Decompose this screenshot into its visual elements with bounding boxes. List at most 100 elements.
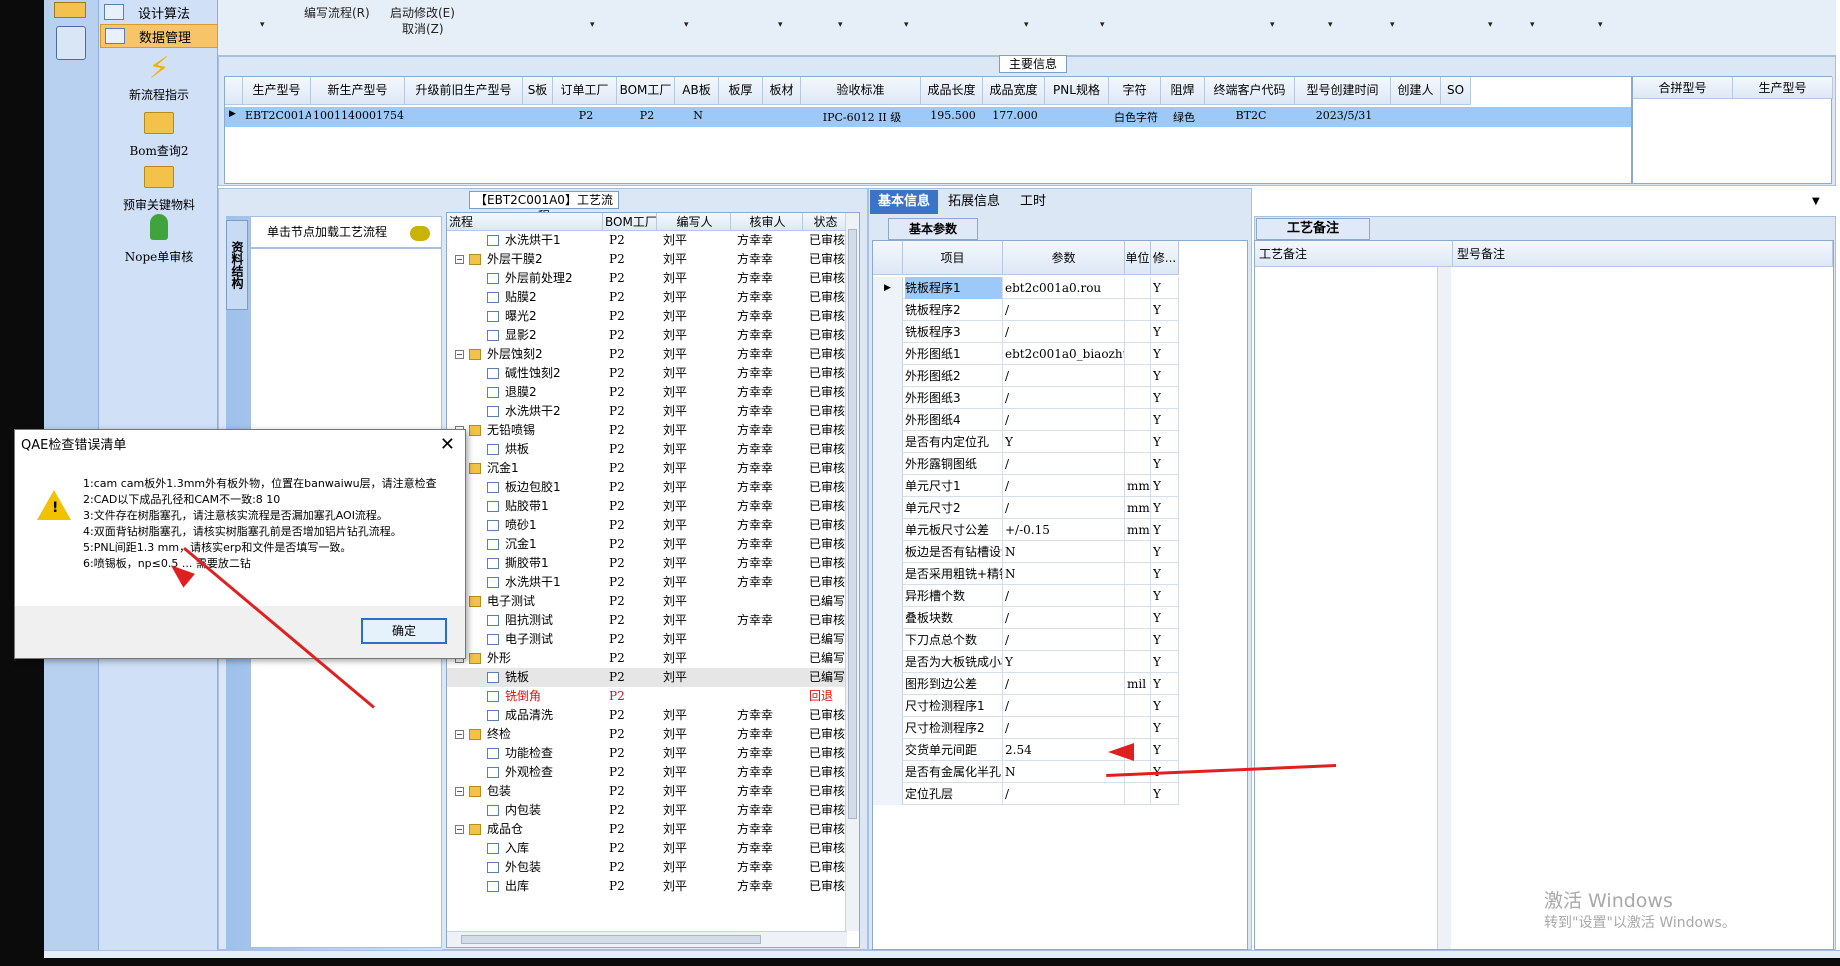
tree-row[interactable]: 入库 P2 刘平 方幸幸 已审核 [447,839,847,858]
param-row[interactable]: 图形到边公差 / mil Y [873,673,1179,695]
tree-row[interactable]: 成品清洗 P2 刘平 方幸幸 已审核 [447,706,847,725]
param-row[interactable]: 单元板尺寸公差 +/-0.15 mm Y [873,519,1179,541]
nav-new-flow-instruction[interactable]: ⚡ 新流程指示 [100,52,218,103]
tree-row[interactable]: 水洗烘干1 P2 刘平 方幸幸 已审核 [447,231,847,250]
tree-row[interactable]: 曝光2 P2 刘平 方幸幸 已审核 [447,307,847,326]
column-header[interactable]: 新生产型号 [311,77,405,105]
nav-nope-review[interactable]: Nope单审核 [100,214,218,265]
params-grid[interactable]: 项目 参数 单位 修... ▶ 铣板程序1 ebt2c001a0.rou Y 铣板程序2/Y 铣… [872,240,1248,950]
column-header[interactable]: 型号创建时间 [1295,77,1391,105]
chevron-down-icon[interactable]: ▼ [1812,196,1820,207]
tree-row[interactable]: 水洗烘干1 P2 刘平 方幸幸 已审核 [447,573,847,592]
column-header[interactable]: 验收标准 [801,77,921,105]
chevron-down-icon[interactable]: ▾ [260,20,265,30]
tree-row[interactable]: 出库 P2 刘平 方幸幸 已审核 [447,877,847,896]
column-header[interactable]: 板厚 [719,77,763,105]
tree-row[interactable]: − 外层蚀刻2 P2 刘平 方幸幸 已审核 [447,345,847,364]
column-header[interactable]: 编写人 [657,213,731,231]
table-cell[interactable]: IPC-6012 II 级 [803,109,921,125]
collapse-icon[interactable]: − [455,350,464,359]
tree-row[interactable]: −沉金1P2刘平方幸幸已审核 [447,459,847,478]
tab-work-hours[interactable]: 工时 [1012,190,1054,214]
flow-tree-grid[interactable]: 流程 BOM工厂 编写人 核审人 状态 水洗烘干1 P2 刘平 方幸幸 已审核 − 外层干膜2 P2 刘… [446,212,860,948]
param-row[interactable]: 单元尺寸2/mm Y [873,497,1179,519]
tree-row[interactable]: − 终检 P2 刘平 方幸幸 已审核 [447,725,847,744]
tree-row[interactable]: 阻抗测试 P2 刘平 方幸幸 已审核 [447,611,847,630]
column-header[interactable]: 修... [1151,241,1179,275]
param-row[interactable]: 外形图纸1ebt2c001a0_biaozhu.pdf Y [873,343,1179,365]
chevron-down-icon[interactable]: ▾ [838,20,843,30]
scroll-thumb[interactable] [848,229,857,819]
tree-row[interactable]: 贴胶带1 P2 刘平 方幸幸 已审核 [447,497,847,516]
column-header[interactable]: 板材 [763,77,801,105]
column-header[interactable]: 生产型号 [1733,77,1833,99]
tree-row[interactable]: 贴膜2 P2 刘平 方幸幸 已审核 [447,288,847,307]
merged-model-grid[interactable]: 合拼型号 生产型号 [1632,76,1833,184]
column-header[interactable]: SO [1441,77,1471,105]
main-info-grid[interactable]: 生产型号 新生产型号 升级前旧生产型号 S板 订单工厂 BOM工厂 AB板 板厚 板材 验收标准成… [224,76,1632,184]
tree-row[interactable]: 外观检查 P2 刘平 方幸幸 已审核 [447,763,847,782]
tree-row[interactable]: 电子测试 P2 刘平 已编写 [447,630,847,649]
collapse-icon[interactable]: − [455,730,464,739]
chevron-down-icon[interactable]: ▾ [1598,20,1603,30]
tree-row[interactable]: − 成品仓 P2 刘平 方幸幸 已审核 [447,820,847,839]
param-row[interactable]: 叠板块数 / Y [873,607,1179,629]
param-row[interactable]: 是否采用粗铣+精铣 N Y [873,563,1179,585]
tree-row[interactable]: 烘板 P2 刘平 方幸幸 已审核 [447,440,847,459]
column-header[interactable]: PNL规格 [1045,77,1109,105]
collapse-icon[interactable]: − [455,787,464,796]
tree-row[interactable]: 显影2 P2 刘平 方幸幸 已审核 [447,326,847,345]
tree-row[interactable]: − 外层干膜2 P2 刘平 方幸幸 已审核 [447,250,847,269]
table-cell[interactable]: 10011400017545 [313,109,405,122]
param-row[interactable]: 是否为大板铣成小板 Y Y [873,651,1179,673]
param-row[interactable]: 外形露铜图纸 / Y [873,453,1179,475]
scroll-thumb[interactable] [461,935,761,944]
tab-extended-info[interactable]: 拓展信息 [940,190,1008,214]
collapse-icon[interactable]: − [455,255,464,264]
tab-process-remarks[interactable]: 工艺备注 [1256,218,1370,240]
column-header[interactable]: 型号备注 [1453,241,1833,267]
menu-cancel[interactable]: 取消(Z) [402,20,444,37]
nav-pre-review-material[interactable]: 预审关键物料 [100,162,218,213]
tree-row[interactable]: 板边包胶1 P2 刘平 方幸幸 已审核 [447,478,847,497]
calendar-icon[interactable] [54,2,86,18]
tab-structure[interactable]: 资料结构 [226,220,248,310]
vertical-scrollbar[interactable] [1437,267,1451,949]
table-cell[interactable]: EBT2C001A0 [245,109,311,122]
tree-row[interactable]: 内包装 P2 刘平 方幸幸 已审核 [447,801,847,820]
vertical-scrollbar[interactable] [845,213,859,931]
tree-row[interactable]: 沉金1 P2 刘平 方幸幸 已审核 [447,535,847,554]
table-cell[interactable]: 2023/5/31 [1297,109,1391,122]
tree-row[interactable]: −外形P2刘平已编写 [447,649,847,668]
param-row[interactable]: 尺寸检测程序1/ Y [873,695,1179,717]
column-header[interactable]: 成品长度 [921,77,983,105]
column-header[interactable]: 项目 [903,241,1003,275]
column-header[interactable]: 终端客户代码 [1205,77,1295,105]
column-header[interactable]: S板 [523,77,553,105]
ok-button[interactable]: 确定 [361,618,447,644]
tree-row[interactable]: 铣倒角 P2 回退 [447,687,847,706]
param-row[interactable]: 下刀点总个数 / Y [873,629,1179,651]
chevron-down-icon[interactable]: ▾ [1530,20,1535,30]
table-cell[interactable]: 177.000 [985,109,1045,122]
param-row[interactable]: 铣板程序3/ Y [873,321,1179,343]
tree-row[interactable]: −电子测试P2刘平已编写 [447,592,847,611]
tree-row[interactable]: 水洗烘干2 P2 刘平 方幸幸 已审核 [447,402,847,421]
tab-basic-info[interactable]: 基本信息 [870,190,939,214]
chevron-down-icon[interactable]: ▾ [590,20,595,30]
subtab-basic-params[interactable]: 基本参数 [888,218,978,240]
column-header[interactable]: BOM工厂 [603,213,657,231]
column-header[interactable]: 参数 [1003,241,1125,275]
column-header[interactable]: BOM工厂 [617,77,675,105]
chevron-down-icon[interactable]: ▾ [1270,20,1275,30]
param-row[interactable]: 是否有内定位孔 Y Y [873,431,1179,453]
chevron-down-icon[interactable]: ▾ [1024,20,1029,30]
param-row[interactable]: 尺寸检测程序2/ Y [873,717,1179,739]
tree-row[interactable]: 喷砂1 P2 刘平 方幸幸 已审核 [447,516,847,535]
tree-row[interactable]: 退膜2 P2 刘平 方幸幸 已审核 [447,383,847,402]
param-row[interactable]: 单元尺寸1/mm Y [873,475,1179,497]
chevron-down-icon[interactable]: ▾ [1100,20,1105,30]
column-header[interactable]: 合拼型号 [1633,77,1733,99]
param-row[interactable]: 铣板程序2/ Y [873,299,1179,321]
column-header[interactable]: 流程 [447,213,603,231]
